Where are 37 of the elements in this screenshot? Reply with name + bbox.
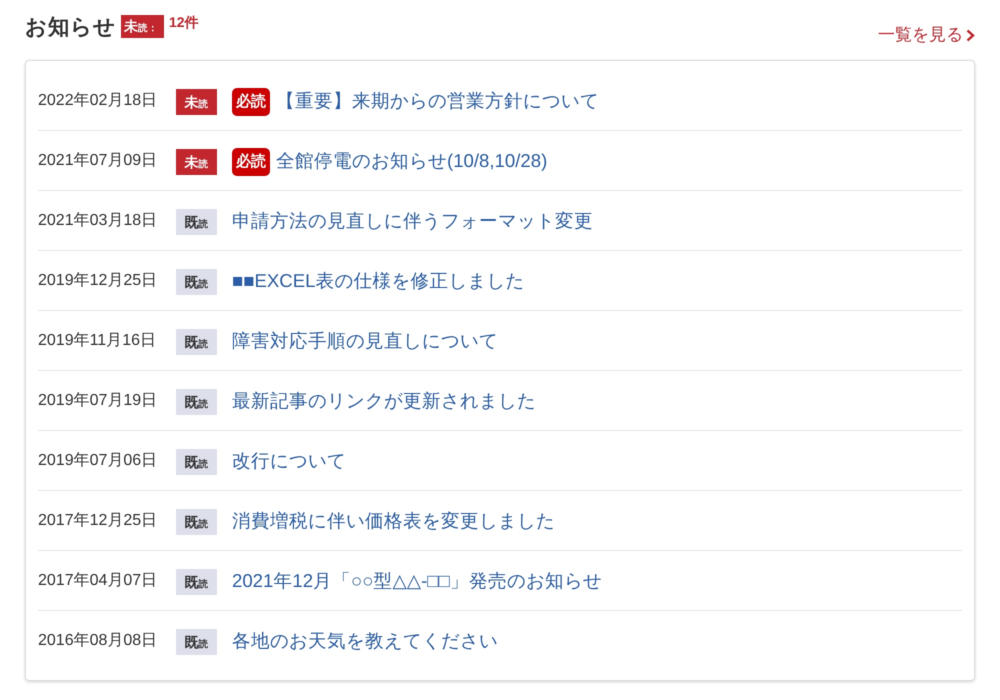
read-status-badge: 既$_{読}$ (176, 268, 217, 294)
notice-title-link[interactable]: 申請方法の見直しに伴うフォーマット変更 (232, 208, 593, 234)
notice-date: 2019年07月06日 (38, 451, 158, 471)
notice-date: 2017年04月07日 (38, 571, 158, 591)
notice-title-link[interactable]: ■■EXCEL表の仕様を修正しました (232, 268, 524, 294)
read-status-badge: 既$_{読}$ (176, 388, 217, 414)
read-status-badge: 既$_{読}$ (176, 508, 217, 534)
read-status-badge: 既$_{読}$ (176, 628, 217, 654)
notice-date: 2022年02月18日 (38, 91, 158, 111)
notice-title-link[interactable]: 2021年12月「○○型△△-□□」発売のお知らせ (232, 568, 602, 594)
notice-date: 2021年03月18日 (38, 211, 158, 231)
notice-title-link[interactable]: 最新記事のリンクが更新されました (232, 388, 536, 414)
unread-label-badge: 未$_{読：}$ (121, 14, 164, 38)
notice-title-link[interactable]: 障害対応手順の見直しについて (232, 328, 498, 354)
required-badge: 必読 (232, 88, 270, 116)
read-status-badge: 既$_{読}$ (176, 568, 217, 594)
chevron-right-icon (966, 28, 975, 42)
read-status-badge: 既$_{読}$ (176, 208, 217, 234)
unread-count: 12件 (169, 14, 199, 32)
notice-title-link[interactable]: 【重要】来期からの営業方針について (276, 88, 599, 114)
notice-date: 2016年08月08日 (38, 631, 158, 651)
notice-title-link[interactable]: 改行について (232, 448, 346, 474)
notice-date: 2017年12月25日 (38, 511, 158, 531)
notice-title-link[interactable]: 消費増税に伴い価格表を変更しました (232, 508, 555, 534)
notice-date: 2019年07月19日 (38, 391, 158, 411)
read-status-badge: 未$_{読}$ (176, 148, 217, 174)
read-status-badge: 既$_{読}$ (176, 328, 217, 354)
notice-title-link[interactable]: 全館停電のお知らせ(10/8,10/28) (276, 148, 548, 174)
view-all-link[interactable]: 一覧を見る (878, 24, 975, 46)
section-title: お知らせ (25, 14, 116, 41)
notice-date: 2021年07月09日 (38, 151, 158, 171)
read-status-badge: 未$_{読}$ (176, 88, 217, 114)
read-status-badge: 既$_{読}$ (176, 448, 217, 474)
notice-date: 2019年12月25日 (38, 271, 158, 291)
notice-title-link[interactable]: 各地のお天気を教えてください (232, 628, 498, 654)
notice-date: 2019年11月16日 (38, 331, 157, 351)
required-badge: 必読 (232, 148, 270, 176)
